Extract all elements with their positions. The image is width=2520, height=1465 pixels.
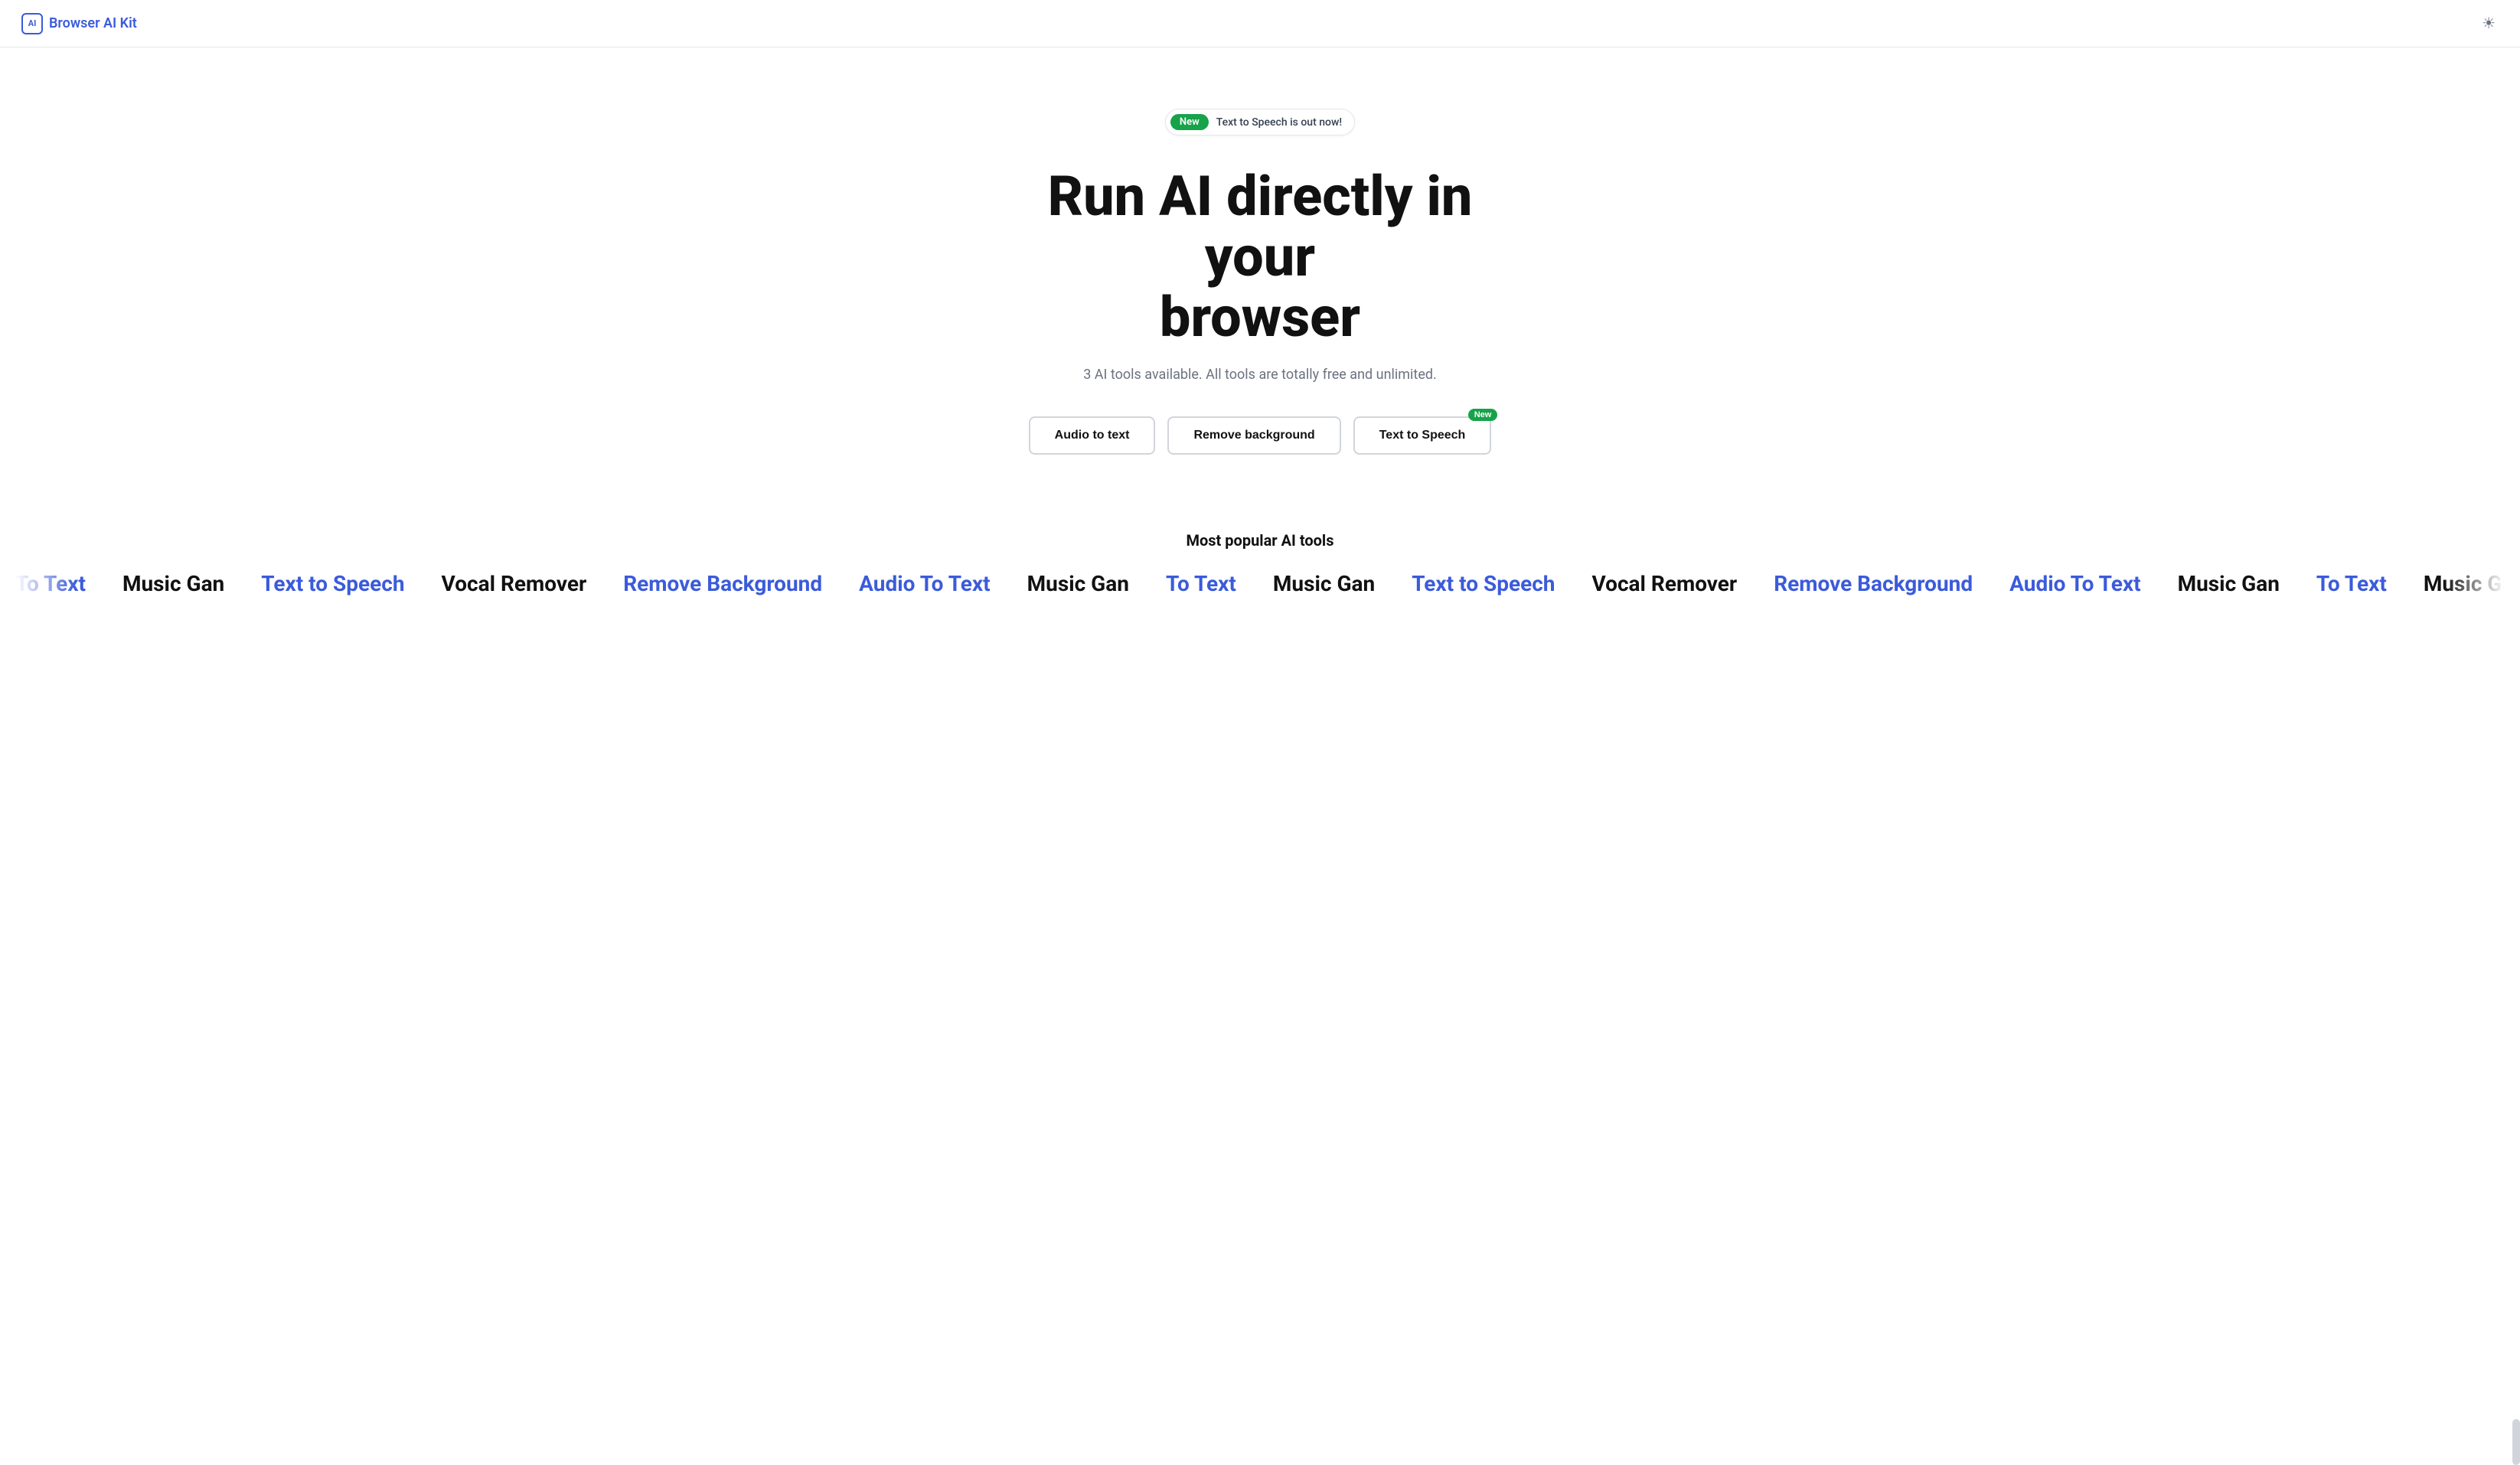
announcement-text: Text to Speech is out now! bbox=[1216, 116, 1342, 129]
cta-buttons-group: Audio to text Remove background New Text… bbox=[1029, 416, 1492, 455]
marquee-item[interactable]: Audio To Text bbox=[859, 571, 991, 596]
hero-heading: Run AI directly in your browser bbox=[992, 166, 1528, 348]
text-to-speech-new-badge: New bbox=[1468, 409, 1498, 421]
scrollbar[interactable] bbox=[2512, 1419, 2520, 1465]
main-content: New Text to Speech is out now! Run AI di… bbox=[0, 47, 2520, 642]
marquee-item[interactable]: To Text bbox=[2316, 571, 2387, 596]
marquee-item[interactable]: Vocal Remover bbox=[442, 571, 587, 596]
popular-tools-title: Most popular AI tools bbox=[15, 531, 2505, 550]
logo[interactable]: AI Browser AI Kit bbox=[21, 13, 137, 34]
marquee-track: To Text Music Gan Text to Speech Vocal Remo… bbox=[15, 571, 2505, 596]
audio-to-text-button[interactable]: Audio to text bbox=[1029, 416, 1156, 455]
marquee-item[interactable]: Remove Background bbox=[1774, 571, 1973, 596]
marquee-item[interactable]: To Text bbox=[15, 571, 86, 596]
hero-subtext: 3 AI tools available. All tools are tota… bbox=[1083, 367, 1437, 383]
text-to-speech-button[interactable]: New Text to Speech bbox=[1353, 416, 1492, 455]
header: AI Browser AI Kit ☀ bbox=[0, 0, 2520, 47]
logo-text: Browser AI Kit bbox=[49, 15, 137, 31]
theme-toggle-button[interactable]: ☀ bbox=[2479, 11, 2499, 36]
marquee-item[interactable]: Text to Speech bbox=[261, 571, 404, 596]
marquee-item[interactable]: Text to Speech bbox=[1412, 571, 1555, 596]
sun-icon: ☀ bbox=[2482, 15, 2496, 32]
remove-background-button[interactable]: Remove background bbox=[1167, 416, 1340, 455]
marquee-item[interactable]: Vocal Remover bbox=[1591, 571, 1737, 596]
logo-icon: AI bbox=[21, 13, 43, 34]
popular-tools-section: Most popular AI tools To Text Music Gan Te… bbox=[15, 531, 2505, 596]
marquee-container: To Text Music Gan Text to Speech Vocal Remo… bbox=[15, 571, 2505, 596]
marquee-item[interactable]: Music Gan bbox=[2424, 571, 2505, 596]
marquee-item[interactable]: Music Gan bbox=[2178, 571, 2280, 596]
announcement-banner: New Text to Speech is out now! bbox=[1165, 109, 1355, 135]
marquee-item[interactable]: Music Gan bbox=[1027, 571, 1129, 596]
new-badge: New bbox=[1170, 114, 1209, 130]
marquee-item[interactable]: To Text bbox=[1166, 571, 1236, 596]
marquee-item[interactable]: Audio To Text bbox=[2009, 571, 2141, 596]
marquee-item[interactable]: Music Gan bbox=[122, 571, 224, 596]
marquee-item[interactable]: Music Gan bbox=[1273, 571, 1375, 596]
marquee-item[interactable]: Remove Background bbox=[623, 571, 822, 596]
